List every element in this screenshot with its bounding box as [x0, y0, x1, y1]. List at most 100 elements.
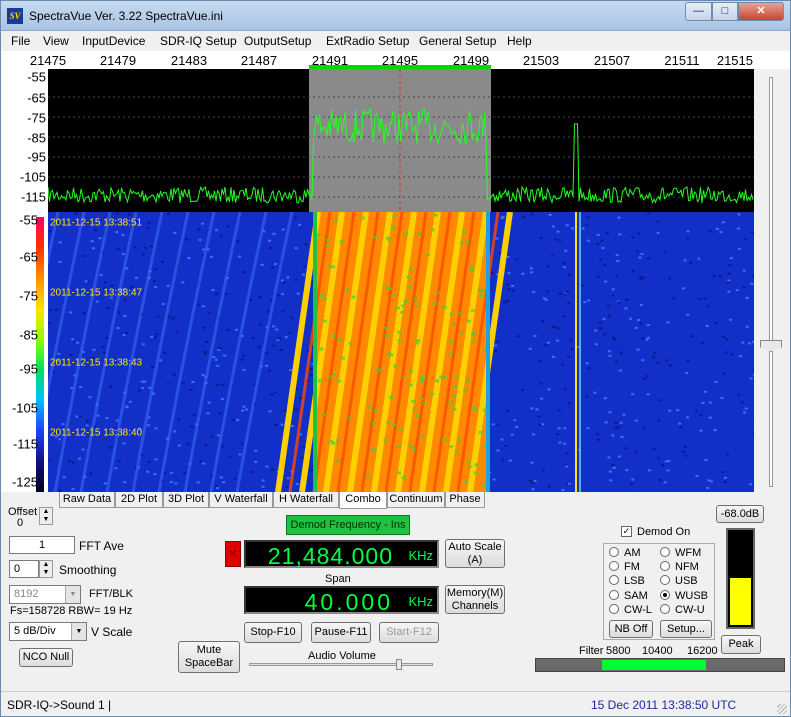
waterfall-noise [123, 481, 127, 484]
filter-passband[interactable] [602, 660, 706, 670]
freq-tick: 21483 [170, 53, 208, 68]
mode-lsb-radio[interactable]: LSB [609, 575, 645, 587]
frequency-display[interactable]: 21,484.000 KHz [244, 540, 439, 569]
span-display[interactable]: 40.000 KHz [244, 586, 439, 615]
waterfall-signal-noise [470, 265, 475, 269]
demod-on-checkbox[interactable]: ✓ [621, 526, 632, 537]
nb-off-button[interactable]: NB Off [609, 620, 653, 638]
waterfall-signal-noise [452, 407, 457, 411]
tab-raw-data[interactable]: Raw Data [59, 492, 115, 508]
menu-help[interactable]: Help [507, 34, 532, 48]
stop-button[interactable]: Stop-F10 [244, 622, 302, 643]
maximize-button[interactable]: □ [712, 2, 738, 21]
fft-ave-input[interactable]: 1 [9, 536, 75, 554]
pause-button[interactable]: Pause-F11 [311, 622, 371, 643]
setup-button[interactable]: Setup... [660, 620, 712, 638]
waterfall-noise [730, 353, 734, 356]
filter-bandwidth-slider[interactable] [535, 658, 785, 672]
menu-outputsetup[interactable]: OutputSetup [244, 34, 311, 48]
waterfall-noise [154, 268, 158, 271]
waterfall-noise [216, 487, 220, 490]
vertical-offset-slider[interactable] [756, 69, 786, 494]
waterfall-noise [281, 293, 285, 296]
mode-wfm-radio[interactable]: WFM [660, 547, 701, 559]
waterfall-noise [135, 276, 139, 279]
tab-3d-plot[interactable]: 3D Plot [163, 492, 209, 508]
demod-frequency-label: Demod Frequency - Ins [286, 515, 410, 535]
slider-thumb[interactable] [760, 340, 782, 352]
mode-fm-radio[interactable]: FM [609, 561, 640, 573]
waterfall-noise [229, 455, 233, 458]
mode-cw-l-radio[interactable]: CW-L [609, 604, 652, 616]
mode-cw-u-radio[interactable]: CW-U [660, 604, 705, 616]
waterfall-band-edge [313, 212, 317, 492]
waterfall-noise [685, 371, 689, 374]
waterfall-noise [606, 305, 610, 308]
mode-usb-radio[interactable]: USB [660, 575, 698, 587]
waterfall-plot[interactable] [48, 212, 754, 492]
filter-label: Filter [579, 645, 604, 657]
auto-scale-button[interactable]: Auto Scale (A) [445, 539, 505, 568]
tab-v-waterfall[interactable]: V Waterfall [209, 492, 273, 508]
waterfall-noise [521, 215, 525, 218]
mode-sam-radio[interactable]: SAM [609, 590, 648, 602]
nco-null-button[interactable]: NCO Null [19, 648, 73, 667]
smoothing-spinner[interactable]: ▲ ▼ [39, 560, 53, 578]
menu-file[interactable]: File [11, 34, 30, 48]
tab-h-waterfall[interactable]: H Waterfall [273, 492, 339, 508]
close-button[interactable]: ✕ [738, 2, 784, 21]
peak-button[interactable]: Peak [721, 635, 761, 654]
mute-button[interactable]: Mute SpaceBar [178, 641, 240, 673]
waterfall-signal-noise [463, 388, 468, 392]
smoothing-input[interactable]: 0 [9, 560, 39, 578]
waterfall-signal-noise [335, 439, 340, 443]
waterfall-noise [74, 212, 78, 215]
waterfall-y-label: -115 [12, 436, 38, 452]
waterfall-noise [561, 489, 565, 492]
waterfall-noise [199, 460, 203, 463]
waterfall-noise [274, 423, 278, 426]
menu-inputdevice[interactable]: InputDevice [82, 34, 145, 48]
waterfall-noise [697, 257, 701, 260]
waterfall-signal-noise [470, 309, 475, 313]
fft-blk-select[interactable]: 8192 ▼ [9, 585, 81, 604]
freq-tick: 21515 [716, 53, 753, 68]
waterfall-noise [289, 316, 293, 319]
vscale-select[interactable]: 5 dB/Div ▼ [9, 622, 87, 641]
waterfall-noise [275, 328, 279, 331]
tab-phase[interactable]: Phase [445, 492, 485, 508]
audio-volume-thumb[interactable] [396, 659, 402, 670]
resize-grip-icon[interactable] [777, 704, 787, 714]
offset-spinner[interactable]: ▲ ▼ [39, 507, 53, 525]
waterfall-noise [663, 251, 667, 254]
waterfall-noise [501, 215, 505, 218]
mode-wusb-radio[interactable]: WUSB [660, 590, 708, 602]
menu-sdr-iq-setup[interactable]: SDR-IQ Setup [160, 34, 237, 48]
waterfall-noise [219, 476, 223, 479]
waterfall-noise [224, 293, 228, 295]
waterfall-noise [91, 247, 95, 250]
waterfall-noise [567, 482, 571, 485]
mode-am-radio[interactable]: AM [609, 547, 641, 559]
signal-level-readout[interactable]: -68.0dB [716, 505, 764, 523]
minimize-button[interactable]: — [685, 2, 712, 21]
waterfall-signal-noise [332, 372, 337, 376]
start-button[interactable]: Start-F12 [379, 622, 439, 643]
menu-view[interactable]: View [43, 34, 69, 48]
waterfall-noise [170, 471, 174, 474]
tab-combo[interactable]: Combo [339, 492, 387, 509]
tab-continuum[interactable]: Continuum [387, 492, 445, 508]
clear-x-button[interactable]: ✕ [225, 541, 241, 567]
waterfall-noise [557, 409, 561, 412]
waterfall-noise [611, 434, 615, 437]
waterfall-noise [510, 433, 514, 436]
tab-2d-plot[interactable]: 2D Plot [115, 492, 163, 508]
span-unit: KHz [408, 594, 433, 609]
waterfall-noise [231, 419, 235, 422]
waterfall-noise [116, 248, 120, 251]
memory-channels-button[interactable]: Memory(M) Channels [445, 585, 505, 614]
mode-nfm-radio[interactable]: NFM [660, 561, 699, 573]
menu-general-setup[interactable]: General Setup [419, 34, 496, 48]
menu-extradio-setup[interactable]: ExtRadio Setup [326, 34, 409, 48]
spectrum-plot[interactable] [48, 69, 754, 212]
